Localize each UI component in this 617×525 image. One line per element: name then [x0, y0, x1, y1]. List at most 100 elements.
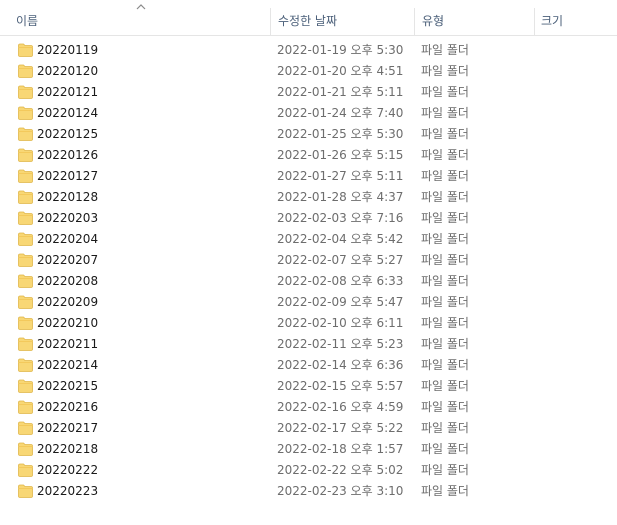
- folder-icon: [18, 421, 33, 435]
- file-row[interactable]: 20220209 2022-02-09 오후 5:47 파일 폴더: [0, 292, 617, 313]
- file-date-modified: 2022-02-14 오후 6:36: [277, 358, 404, 372]
- folder-icon: [18, 211, 33, 225]
- folder-icon: [18, 190, 33, 204]
- file-row[interactable]: 20220127 2022-01-27 오후 5:11 파일 폴더: [0, 166, 617, 187]
- folder-icon: [18, 43, 33, 57]
- file-name: 20220119: [37, 43, 99, 57]
- file-date-modified: 2022-02-08 오후 6:33: [277, 274, 404, 288]
- file-type: 파일 폴더: [421, 106, 469, 120]
- file-name: 20220204: [37, 232, 99, 246]
- file-row[interactable]: 20220223 2022-02-23 오후 3:10 파일 폴더: [0, 481, 617, 502]
- file-date-modified: 2022-02-17 오후 5:22: [277, 421, 404, 435]
- file-name: 20220127: [37, 169, 99, 183]
- folder-icon: [18, 232, 33, 246]
- file-row[interactable]: 20220215 2022-02-15 오후 5:57 파일 폴더: [0, 376, 617, 397]
- file-date-modified: 2022-01-27 오후 5:11: [277, 169, 404, 183]
- file-list-view: 이름 수정한 날짜 유형 크기 20220119 2022-01-19 오후 5…: [0, 0, 617, 525]
- file-name: 20220217: [37, 421, 99, 435]
- file-type: 파일 폴더: [421, 169, 469, 183]
- folder-icon: [18, 64, 33, 78]
- folder-icon: [18, 442, 33, 456]
- column-header-name[interactable]: 이름: [0, 0, 270, 36]
- file-type: 파일 폴더: [421, 127, 469, 141]
- file-type: 파일 폴더: [421, 274, 469, 288]
- column-header-date-modified[interactable]: 수정한 날짜: [271, 0, 414, 36]
- file-name: 20220218: [37, 442, 99, 456]
- file-row[interactable]: 20220125 2022-01-25 오후 5:30 파일 폴더: [0, 124, 617, 145]
- file-type: 파일 폴더: [421, 64, 469, 78]
- file-name: 20220207: [37, 253, 99, 267]
- column-header-size[interactable]: 크기: [535, 0, 617, 36]
- file-name: 20220203: [37, 211, 99, 225]
- file-name: 20220126: [37, 148, 99, 162]
- file-date-modified: 2022-01-19 오후 5:30: [277, 43, 404, 57]
- file-date-modified: 2022-01-28 오후 4:37: [277, 190, 404, 204]
- file-row[interactable]: 20220119 2022-01-19 오후 5:30 파일 폴더: [0, 40, 617, 61]
- file-row[interactable]: 20220211 2022-02-11 오후 5:23 파일 폴더: [0, 334, 617, 355]
- file-name: 20220124: [37, 106, 99, 120]
- file-date-modified: 2022-02-03 오후 7:16: [277, 211, 404, 225]
- file-row[interactable]: 20220126 2022-01-26 오후 5:15 파일 폴더: [0, 145, 617, 166]
- file-date-modified: 2022-02-22 오후 5:02: [277, 463, 404, 477]
- file-name: 20220215: [37, 379, 99, 393]
- file-row[interactable]: 20220124 2022-01-24 오후 7:40 파일 폴더: [0, 103, 617, 124]
- file-type: 파일 폴더: [421, 253, 469, 267]
- file-name: 20220120: [37, 64, 99, 78]
- file-type: 파일 폴더: [421, 316, 469, 330]
- folder-icon: [18, 148, 33, 162]
- file-row[interactable]: 20220128 2022-01-28 오후 4:37 파일 폴더: [0, 187, 617, 208]
- file-row[interactable]: 20220218 2022-02-18 오후 1:57 파일 폴더: [0, 439, 617, 460]
- file-type: 파일 폴더: [421, 85, 469, 99]
- file-type: 파일 폴더: [421, 463, 469, 477]
- file-row[interactable]: 20220121 2022-01-21 오후 5:11 파일 폴더: [0, 82, 617, 103]
- file-row[interactable]: 20220120 2022-01-20 오후 4:51 파일 폴더: [0, 61, 617, 82]
- file-row[interactable]: 20220204 2022-02-04 오후 5:42 파일 폴더: [0, 229, 617, 250]
- folder-icon: [18, 463, 33, 477]
- file-row[interactable]: 20220216 2022-02-16 오후 4:59 파일 폴더: [0, 397, 617, 418]
- folder-icon: [18, 253, 33, 267]
- file-row[interactable]: 20220203 2022-02-03 오후 7:16 파일 폴더: [0, 208, 617, 229]
- file-type: 파일 폴더: [421, 400, 469, 414]
- file-type: 파일 폴더: [421, 43, 469, 57]
- file-name: 20220121: [37, 85, 99, 99]
- folder-icon: [18, 295, 33, 309]
- file-type: 파일 폴더: [421, 295, 469, 309]
- file-row[interactable]: 20220217 2022-02-17 오후 5:22 파일 폴더: [0, 418, 617, 439]
- folder-icon: [18, 337, 33, 351]
- file-row[interactable]: 20220222 2022-02-22 오후 5:02 파일 폴더: [0, 460, 617, 481]
- file-date-modified: 2022-02-10 오후 6:11: [277, 316, 404, 330]
- file-name: 20220214: [37, 358, 99, 372]
- file-row[interactable]: 20220214 2022-02-14 오후 6:36 파일 폴더: [0, 355, 617, 376]
- file-row[interactable]: 20220207 2022-02-07 오후 5:27 파일 폴더: [0, 250, 617, 271]
- file-name: 20220208: [37, 274, 99, 288]
- folder-icon: [18, 358, 33, 372]
- file-type: 파일 폴더: [421, 337, 469, 351]
- file-name: 20220223: [37, 484, 99, 498]
- file-type: 파일 폴더: [421, 190, 469, 204]
- folder-icon: [18, 169, 33, 183]
- file-date-modified: 2022-02-23 오후 3:10: [277, 484, 404, 498]
- folder-icon: [18, 85, 33, 99]
- folder-icon: [18, 400, 33, 414]
- file-name: 20220210: [37, 316, 99, 330]
- file-date-modified: 2022-02-15 오후 5:57: [277, 379, 404, 393]
- file-date-modified: 2022-02-16 오후 4:59: [277, 400, 404, 414]
- file-date-modified: 2022-02-09 오후 5:47: [277, 295, 404, 309]
- file-row[interactable]: 20220210 2022-02-10 오후 6:11 파일 폴더: [0, 313, 617, 334]
- file-rows: 20220119 2022-01-19 오후 5:30 파일 폴더 202201…: [0, 40, 617, 502]
- file-date-modified: 2022-01-24 오후 7:40: [277, 106, 404, 120]
- file-row[interactable]: 20220208 2022-02-08 오후 6:33 파일 폴더: [0, 271, 617, 292]
- file-type: 파일 폴더: [421, 484, 469, 498]
- file-date-modified: 2022-01-26 오후 5:15: [277, 148, 404, 162]
- folder-icon: [18, 484, 33, 498]
- file-date-modified: 2022-01-20 오후 4:51: [277, 64, 404, 78]
- folder-icon: [18, 127, 33, 141]
- column-header-type[interactable]: 유형: [415, 0, 534, 36]
- file-type: 파일 폴더: [421, 232, 469, 246]
- file-date-modified: 2022-01-25 오후 5:30: [277, 127, 404, 141]
- file-type: 파일 폴더: [421, 148, 469, 162]
- file-date-modified: 2022-02-07 오후 5:27: [277, 253, 404, 267]
- file-name: 20220222: [37, 463, 99, 477]
- file-date-modified: 2022-02-04 오후 5:42: [277, 232, 404, 246]
- folder-icon: [18, 106, 33, 120]
